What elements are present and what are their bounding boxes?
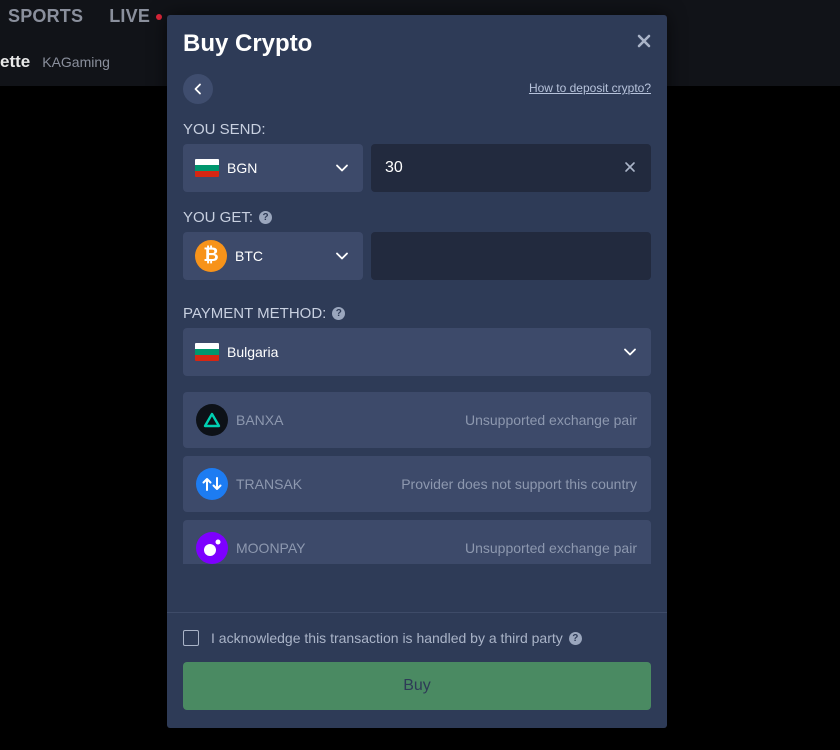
nav-sports[interactable]: SPORTS [8,6,83,27]
footer-divider [167,612,667,613]
bitcoin-icon: ₿ [195,240,227,272]
close-icon [637,34,651,48]
banxa-logo-icon [196,404,228,436]
provider-status: Provider does not support this country [401,476,637,492]
you-send-label: YOU SEND: [183,121,266,138]
nav-live[interactable]: LIVE [109,6,163,27]
game-title: ette [0,52,31,71]
send-amount-field [371,144,651,192]
game-provider: KAGaming [42,54,110,70]
acknowledge-text: I acknowledge this transaction is handle… [211,630,563,646]
buy-button-label: Buy [403,677,431,694]
help-question-icon[interactable]: ? [259,211,273,224]
chevron-down-icon [624,348,636,356]
provider-status: Unsupported exchange pair [464,412,637,428]
close-button[interactable] [635,32,653,50]
chevron-left-icon [194,83,201,95]
game-info: ette KAGaming [0,52,110,72]
nav-live-label: LIVE [109,6,151,26]
acknowledge-row: I acknowledge this transaction is handle… [183,630,582,646]
moonpay-logo-icon [196,532,228,564]
you-send-label-text: YOU SEND: [183,121,266,138]
buy-button[interactable]: Buy [183,662,651,710]
payment-method-label-text: PAYMENT METHOD: [183,305,327,322]
send-amount-input[interactable] [385,144,615,192]
you-get-label: YOU GET: ? [183,209,273,226]
back-button[interactable] [183,74,213,104]
payment-method-label: PAYMENT METHOD: ? [183,305,346,322]
get-amount-input[interactable] [385,232,615,280]
help-question-icon[interactable]: ? [332,307,346,320]
you-get-label-text: YOU GET: [183,209,254,226]
chevron-down-icon [336,164,348,172]
bulgaria-flag-icon [195,343,219,361]
acknowledge-checkbox[interactable] [183,630,199,646]
send-currency-select[interactable]: BGN [183,144,363,192]
provider-item-moonpay[interactable]: MOONPAY Unsupported exchange pair [183,520,651,564]
provider-name: MOONPAY [236,540,306,556]
help-question-icon[interactable]: ? [568,631,582,645]
how-to-deposit-link[interactable]: How to deposit crypto? [529,81,651,95]
modal-title: Buy Crypto [183,30,313,57]
provider-item-transak[interactable]: TRANSAK Provider does not support this c… [183,456,651,512]
clear-icon[interactable] [624,161,636,173]
get-currency-select[interactable]: ₿ BTC [183,232,363,280]
bulgaria-flag-icon [195,159,219,177]
payment-country-value: Bulgaria [227,344,279,360]
provider-name: BANXA [236,412,284,428]
provider-item-banxa[interactable]: BANXA Unsupported exchange pair [183,392,651,448]
provider-name: TRANSAK [236,476,303,492]
chevron-down-icon [336,252,348,260]
payment-country-select[interactable]: Bulgaria [183,328,651,376]
transak-logo-icon [196,468,228,500]
get-amount-field [371,232,651,280]
get-currency-value: BTC [235,248,263,264]
provider-status: Unsupported exchange pair [464,540,637,556]
live-indicator-icon [156,14,163,21]
buy-crypto-modal: Buy Crypto How to deposit crypto? YOU SE… [167,15,667,728]
provider-list: BANXA Unsupported exchange pair TRANSAK … [183,392,651,564]
send-currency-value: BGN [227,160,258,176]
top-nav: SPORTS LIVE [8,6,163,27]
